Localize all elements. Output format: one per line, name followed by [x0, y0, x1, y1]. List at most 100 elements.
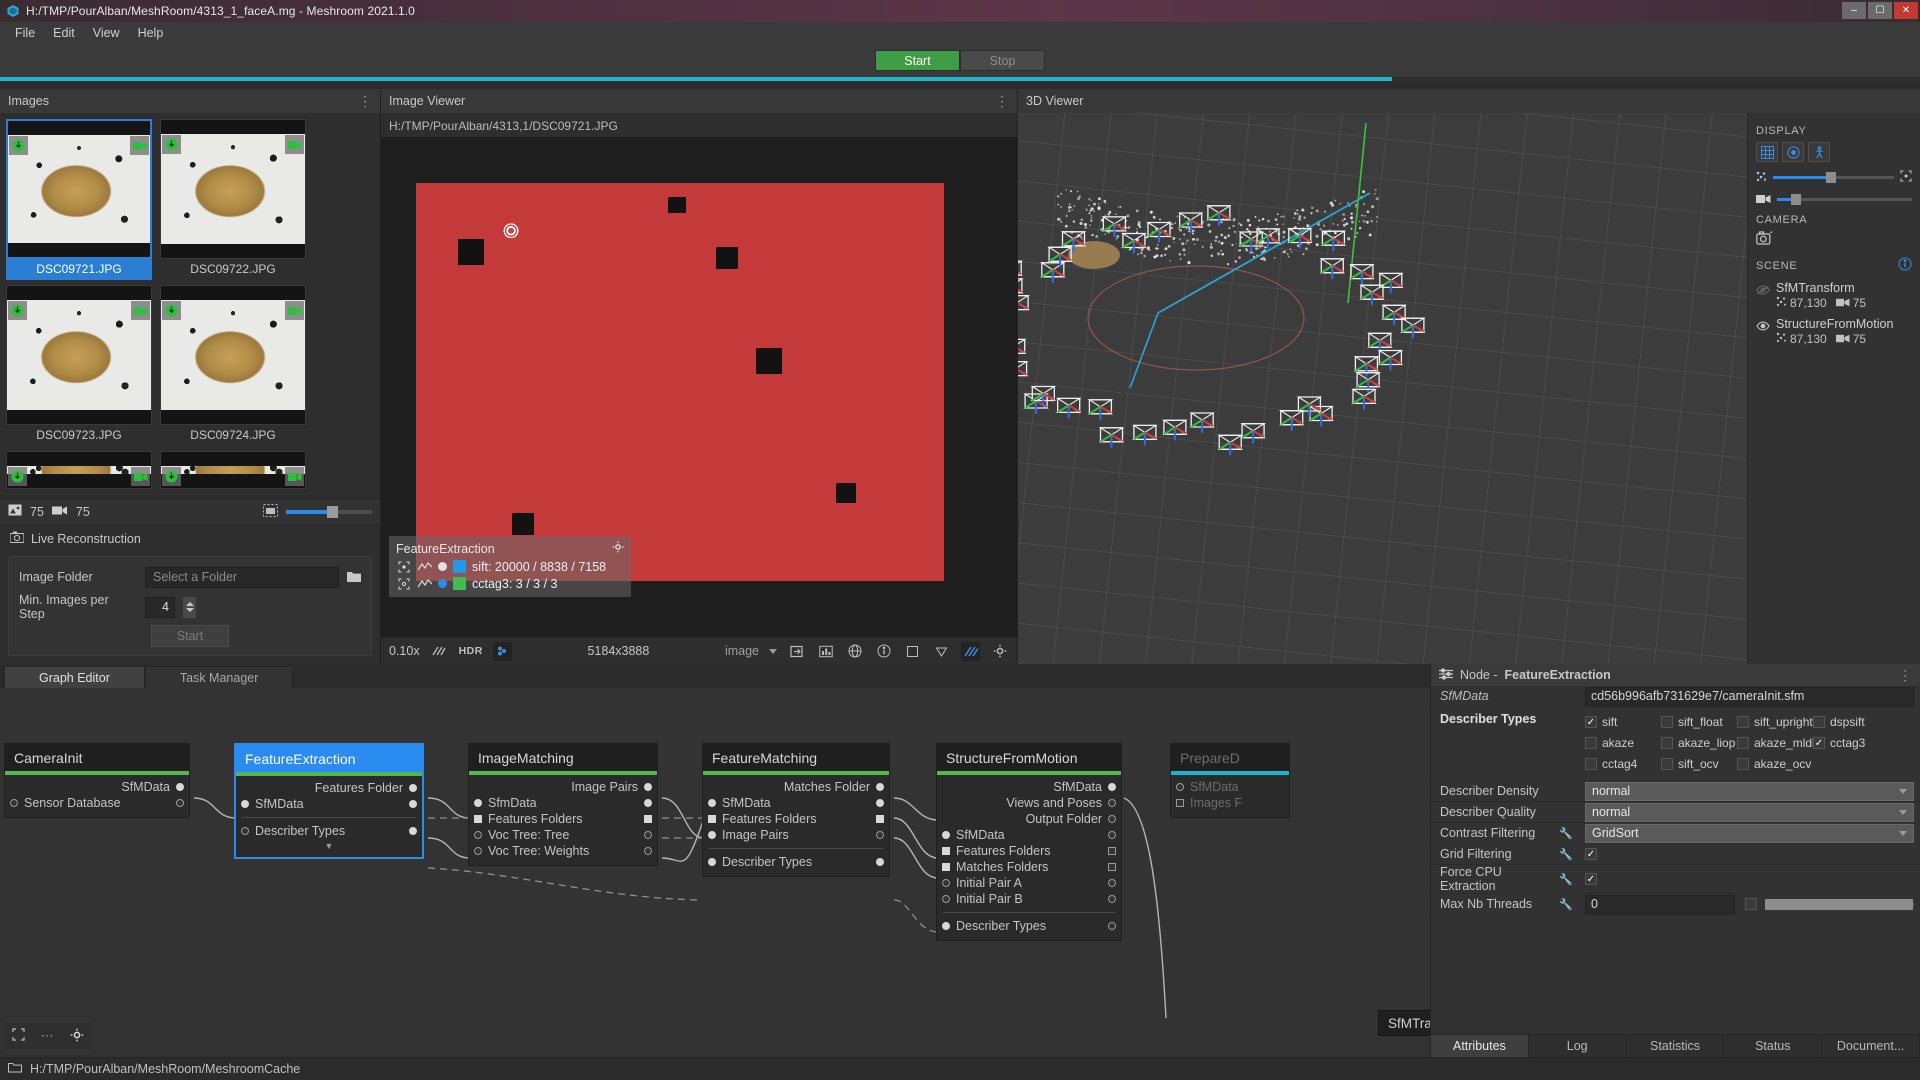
camera-snapshot-icon[interactable] [1756, 231, 1773, 249]
checkbox-icon[interactable] [1585, 757, 1597, 770]
image-folder-input[interactable]: Select a Folder [145, 566, 339, 588]
curve-icon[interactable] [417, 576, 432, 591]
output-pin[interactable] [1108, 799, 1116, 807]
node-input-row[interactable]: Initial Pair B [937, 891, 1121, 907]
graph-node-imagematching[interactable]: ImageMatching Image Pairs SfmData Features … [468, 743, 658, 866]
image-thumbnail[interactable] [6, 451, 152, 489]
input-right-pin[interactable] [644, 847, 652, 855]
tab-graph-editor[interactable]: Graph Editor [4, 666, 145, 688]
checkbox-icon[interactable] [1585, 736, 1597, 749]
input-right-pin[interactable] [876, 831, 884, 839]
node-output-row[interactable]: Output Folder [937, 811, 1121, 827]
node-input-row[interactable]: Features Folders [469, 811, 657, 827]
menu-edit[interactable]: Edit [44, 24, 84, 42]
param-checkbox[interactable]: ✓ [1585, 873, 1597, 885]
node-title[interactable]: FeatureMatching [703, 744, 889, 771]
describer-type-option[interactable]: akaze [1585, 732, 1661, 753]
thumbnail-size-slider[interactable] [286, 505, 372, 518]
param-override-checkbox[interactable] [1745, 898, 1757, 910]
node-tab-document[interactable]: Document... [1822, 1035, 1920, 1057]
point-size-slider[interactable] [1773, 172, 1894, 183]
node-input-row[interactable]: Voc Tree: Weights [469, 843, 657, 859]
image-thumbnail-grid[interactable]: DSC09721.JPG DSC09722.JPG DSC09723.JPG DSC0… [0, 113, 380, 498]
param-number[interactable]: 0 [1585, 894, 1735, 914]
input-pin[interactable] [942, 922, 950, 930]
graph-node-camerainit[interactable]: CameraInit SfMData Sensor Database [4, 743, 190, 818]
checkbox-icon[interactable]: ✓ [1813, 736, 1825, 749]
thumbnail-frame[interactable] [6, 119, 152, 259]
eye-off-icon[interactable] [1756, 283, 1770, 298]
gear-icon[interactable] [990, 642, 1009, 661]
checkbox-icon[interactable] [1737, 736, 1749, 749]
input-pin[interactable] [1176, 799, 1184, 807]
node-tab-status[interactable]: Status [1724, 1035, 1823, 1057]
viewpoint-icon[interactable] [396, 559, 411, 574]
origin-icon[interactable] [1808, 142, 1830, 162]
describer-type-option[interactable]: sift_ocv [1661, 753, 1737, 774]
param-combo[interactable]: normal [1585, 781, 1914, 801]
node-title[interactable]: PrepareD [1171, 744, 1289, 771]
node-output-row[interactable]: Image Pairs [469, 779, 657, 795]
node-input-row[interactable]: SfmData [469, 795, 657, 811]
describer-type-option[interactable]: sift_upright [1737, 711, 1813, 732]
node-input-row[interactable]: Image Pairs [703, 827, 889, 843]
source-select[interactable]: image [725, 644, 778, 658]
node-title[interactable]: StructureFromMotion [937, 744, 1121, 771]
tab-task-manager[interactable]: Task Manager [144, 666, 294, 688]
describer-type-option[interactable]: ✓ sift [1585, 711, 1661, 732]
node-input-row[interactable]: SfMData [937, 827, 1121, 843]
fit-to-view-icon[interactable] [787, 642, 806, 661]
fit-icon[interactable] [12, 1028, 25, 1044]
node-tab-attributes[interactable]: Attributes [1431, 1035, 1529, 1057]
input-right-pin[interactable] [1108, 831, 1116, 839]
input-right-pin[interactable] [876, 799, 884, 807]
hdr-toggle[interactable]: HDR [459, 645, 483, 657]
input-pin[interactable] [474, 847, 482, 855]
camera-size-slider[interactable] [1777, 194, 1912, 205]
image-thumbnail[interactable]: DSC09722.JPG [160, 119, 306, 280]
kebab-menu-icon[interactable]: ⋮ [1898, 668, 1912, 682]
image-thumbnail[interactable] [160, 451, 306, 489]
overlay-dot[interactable] [438, 579, 447, 588]
input-right-pin[interactable] [1108, 863, 1116, 871]
node-output-row[interactable]: Matches Folder [703, 779, 889, 795]
input-pin[interactable] [708, 815, 716, 823]
kebab-menu-icon[interactable]: ⋮ [358, 94, 372, 108]
input-pin[interactable] [708, 858, 716, 866]
input-pin[interactable] [474, 799, 482, 807]
input-right-pin[interactable] [644, 831, 652, 839]
hatch-icon[interactable] [430, 642, 449, 661]
input-right-pin[interactable] [1108, 895, 1116, 903]
menu-view[interactable]: View [84, 24, 129, 42]
param-checkbox[interactable]: ✓ [1585, 848, 1597, 860]
menu-help[interactable]: Help [129, 24, 173, 42]
node-input-row[interactable]: SfMData [703, 795, 889, 811]
checkbox-icon[interactable] [1737, 715, 1749, 728]
node-title[interactable]: FeatureExtraction [236, 745, 422, 772]
input-pin[interactable] [942, 895, 950, 903]
input-pin[interactable] [474, 831, 482, 839]
gear-icon[interactable] [612, 541, 624, 556]
thumbnail-frame[interactable] [160, 119, 306, 259]
input-pin[interactable] [942, 831, 950, 839]
output-pin[interactable] [1108, 815, 1116, 823]
input-right-pin[interactable] [176, 799, 184, 807]
folder-icon[interactable] [347, 570, 361, 585]
info-icon[interactable] [1898, 257, 1912, 274]
node-output-row[interactable]: Features Folder [236, 780, 422, 796]
gizmo-icon[interactable] [1782, 142, 1804, 162]
checkbox-icon[interactable] [1661, 736, 1673, 749]
histogram-icon[interactable] [816, 642, 835, 661]
viewer-3d-canvas[interactable]: DISPLAY CAMERA SCENE SfMTransform 87,130… [1018, 113, 1920, 664]
gear-icon[interactable] [70, 1028, 84, 1045]
thumbnail-frame[interactable] [6, 285, 152, 425]
input-right-pin[interactable] [876, 858, 884, 866]
param-combo[interactable]: normal [1585, 802, 1914, 822]
node-input-row[interactable]: SfMData [1171, 779, 1289, 795]
chevron-down-icon[interactable]: ▼ [236, 841, 422, 851]
describer-types-checkbox-grid[interactable]: ✓ sift sift_float sift_upright dspsift akaze a… [1585, 707, 1914, 780]
node-output-row[interactable]: SfMData [937, 779, 1121, 795]
square-overlay-icon[interactable] [903, 642, 922, 661]
input-right-pin[interactable] [1108, 922, 1116, 930]
input-right-pin[interactable] [1108, 847, 1116, 855]
